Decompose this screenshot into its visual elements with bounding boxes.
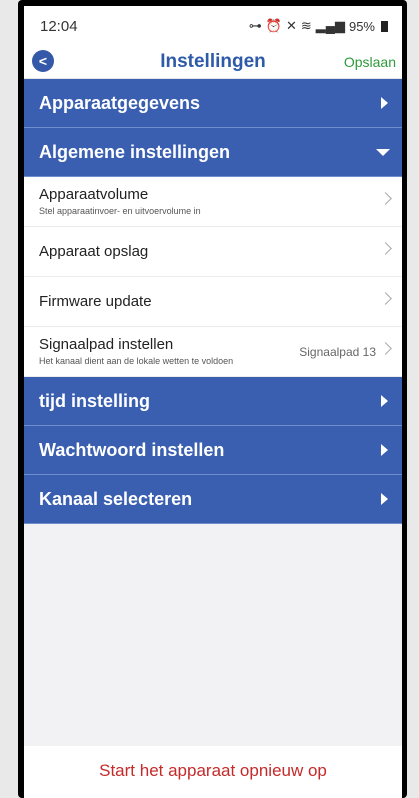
section-device-info[interactable]: Apparaatgegevens (24, 79, 402, 128)
caret-down-icon (376, 149, 390, 156)
item-title: Firmware update (39, 293, 152, 310)
section-time-setting[interactable]: tijd instelling (24, 377, 402, 426)
section-title: Kanaal selecteren (39, 489, 193, 509)
battery-percent: 95% (348, 18, 375, 34)
chevron-right-icon (379, 292, 392, 305)
item-subtitle: Stel apparaatinvoer- en uitvoervolume in (39, 206, 201, 216)
wifi-icon: ≋ (300, 18, 312, 33)
section-password[interactable]: Wachtwoord instellen (24, 426, 402, 475)
section-title: tijd instelling (39, 391, 150, 411)
nav-bar: < Instellingen Opslaan (24, 46, 402, 79)
restart-device-button[interactable]: Start het apparaat opnieuw op (99, 761, 327, 781)
section-title: Algemene instellingen (39, 142, 231, 162)
status-bar: 12:04 ⊶ ⏰ ✕ ≋ ▂▄▆ 95% (24, 6, 402, 46)
caret-right-icon (381, 444, 388, 456)
caret-right-icon (381, 493, 388, 505)
item-title: Apparaatvolume (39, 186, 149, 203)
bottom-bar: Start het apparaat opnieuw op (24, 746, 402, 798)
status-time: 12:04 (40, 18, 78, 35)
section-channel-select[interactable]: Kanaal selecteren (24, 475, 402, 524)
section-general-settings[interactable]: Algemene instellingen (24, 128, 402, 177)
app-screen: 12:04 ⊶ ⏰ ✕ ≋ ▂▄▆ 95% < Instellingen Ops… (24, 6, 402, 798)
link-icon: ⊶ (248, 18, 262, 33)
chevron-right-icon (379, 192, 392, 205)
item-title: Signaalpad instellen (39, 336, 174, 353)
list-item-device-storage[interactable]: Apparaat opslag (24, 227, 402, 277)
list-item-signal-path[interactable]: Signaalpad instellen Het kanaal dient aa… (24, 327, 402, 377)
caret-right-icon (381, 97, 388, 109)
chevron-right-icon (379, 242, 392, 255)
list-item-device-volume[interactable]: Apparaatvolume Stel apparaatinvoer- en u… (24, 177, 402, 227)
alarm-icon: ⏰ (265, 18, 282, 33)
section-title: Apparaatgegevens (39, 93, 201, 113)
item-subtitle: Het kanaal dient aan de lokale wetten te… (39, 356, 234, 366)
mute-icon: ✕ (285, 18, 297, 33)
item-value: Signaalpad 13 (299, 345, 376, 359)
caret-right-icon (381, 395, 388, 407)
section-title: Wachtwoord instellen (39, 440, 225, 460)
signal-icon: ▂▄▆ (315, 18, 345, 33)
battery-icon (381, 20, 388, 32)
save-button[interactable]: Opslaan (344, 54, 396, 70)
list-item-firmware-update[interactable]: Firmware update (24, 277, 402, 327)
chevron-right-icon (379, 342, 392, 355)
item-title: Apparaat opslag (39, 243, 149, 260)
status-icons: ⊶ ⏰ ✕ ≋ ▂▄▆ 95% (249, 18, 388, 34)
